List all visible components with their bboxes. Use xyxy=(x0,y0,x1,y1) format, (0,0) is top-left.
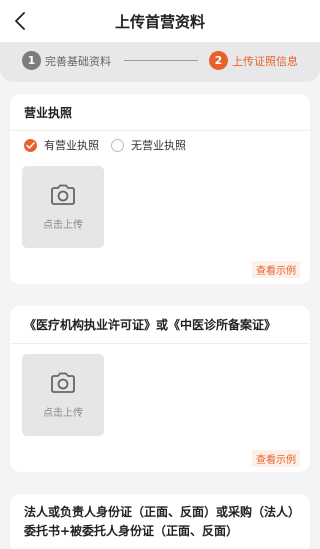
license-radio-group: 有营业执照 无营业执照 xyxy=(24,137,186,153)
step-2-label: 上传证照信息 xyxy=(232,54,298,68)
radio-has-license-label[interactable]: 有营业执照 xyxy=(44,137,99,153)
card-divider xyxy=(10,343,310,344)
upload-medical-license-button[interactable]: 点击上传 xyxy=(22,354,104,436)
step-1-label: 完善基础资料 xyxy=(45,54,111,68)
business-license-card: 营业执照 有营业执照 无营业执照 点击上传 查看示例 xyxy=(10,94,310,284)
upload-label: 点击上传 xyxy=(43,220,83,231)
view-example-link[interactable]: 查看示例 xyxy=(252,261,300,278)
step-1-number: 1 xyxy=(22,51,41,70)
step-connector-line xyxy=(124,60,198,61)
radio-has-license[interactable] xyxy=(24,138,37,152)
camera-icon xyxy=(51,372,75,393)
id-card-section: 法人或负责人身份证（正面、反面）或采购（法人）委托书+被委托人身份证（正面、反面… xyxy=(10,494,310,549)
step-2-number: 2 xyxy=(209,51,228,70)
id-card-title: 法人或负责人身份证（正面、反面）或采购（法人）委托书+被委托人身份证（正面、反面… xyxy=(24,505,295,538)
radio-no-license[interactable] xyxy=(111,138,124,152)
medical-license-card: 《医疗机构执业许可证》或《中医诊所备案证》 点击上传 查看示例 xyxy=(10,306,310,472)
business-license-title: 营业执照 xyxy=(24,106,73,120)
upload-business-license-button[interactable]: 点击上传 xyxy=(22,166,104,248)
upload-label: 点击上传 xyxy=(43,408,83,419)
page-title: 上传首营资料 xyxy=(114,13,205,31)
radio-no-license-label[interactable]: 无营业执照 xyxy=(131,137,186,153)
header-bar: 上传首营资料 xyxy=(0,0,320,42)
view-example-link[interactable]: 查看示例 xyxy=(252,450,300,467)
medical-license-title: 《医疗机构执业许可证》或《中医诊所备案证》 xyxy=(24,318,277,332)
step-indicator: 1 完善基础资料 2 上传证照信息 xyxy=(0,42,320,82)
checkmark-icon xyxy=(26,141,35,149)
step-2: 2 上传证照信息 xyxy=(209,51,298,70)
step-1: 1 完善基础资料 xyxy=(22,51,111,70)
card-divider xyxy=(10,130,310,131)
camera-icon xyxy=(51,184,75,205)
